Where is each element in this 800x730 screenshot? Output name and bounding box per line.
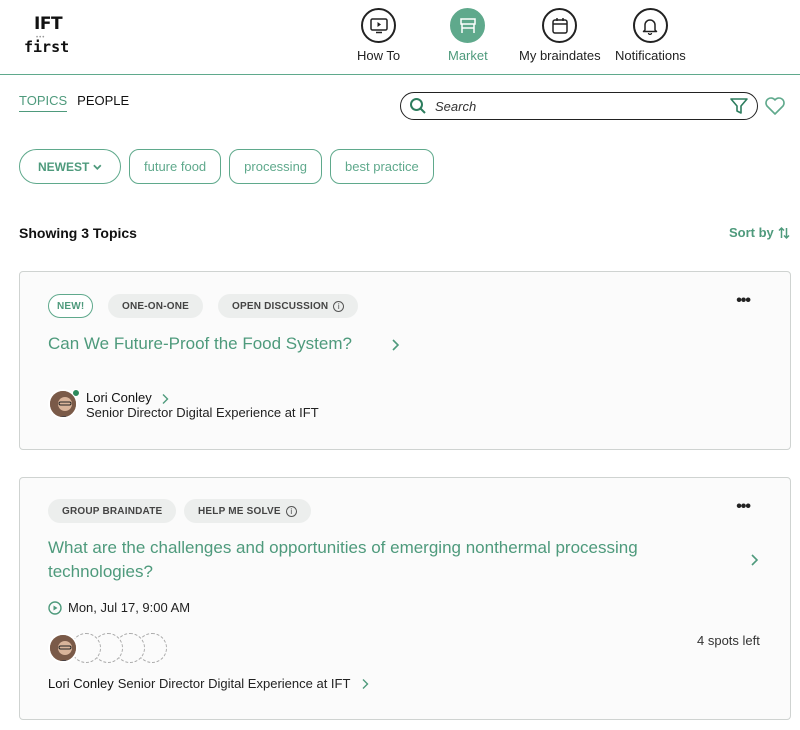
- braindates-circle: [542, 8, 578, 43]
- nav-label-my-braindates: My braindates: [519, 48, 601, 63]
- notifications-circle: [632, 8, 668, 43]
- session-date-text: Mon, Jul 17, 9:00 AM: [68, 600, 191, 615]
- help-me-solve-badge: HELP ME SOLVE i: [184, 499, 311, 523]
- calendar-icon: [552, 17, 568, 34]
- sort-newest-label: NEWEST: [38, 159, 90, 174]
- tab-people[interactable]: PEOPLE: [77, 93, 129, 112]
- nav-label-market: Market: [448, 48, 488, 63]
- filter-icon[interactable]: [729, 97, 749, 115]
- session-date: Mon, Jul 17, 9:00 AM: [48, 600, 190, 615]
- host-line[interactable]: Lori Conley Senior Director Digital Expe…: [48, 676, 372, 691]
- info-icon[interactable]: i: [333, 300, 345, 312]
- avatar[interactable]: [48, 633, 78, 663]
- play-icon: [369, 17, 388, 33]
- search-bar: [400, 92, 758, 120]
- chevron-right-icon[interactable]: [750, 553, 760, 567]
- nav-label-how-to: How To: [357, 48, 401, 63]
- market-circle: [450, 8, 486, 43]
- filter-chips: NEWEST future food processing best pract…: [19, 149, 434, 184]
- bell-icon: [643, 18, 658, 35]
- search-icon: [410, 98, 426, 114]
- market-stall-icon: [460, 17, 476, 33]
- nav-label-notifications: Notifications: [615, 48, 686, 63]
- chevron-right-icon[interactable]: [360, 678, 372, 690]
- help-me-solve-label: HELP ME SOLVE: [198, 505, 281, 517]
- sort-newest-dropdown[interactable]: NEWEST: [19, 149, 121, 184]
- topics-people-tabs: TOPICS PEOPLE: [19, 93, 129, 112]
- chevron-down-icon: [93, 164, 102, 170]
- how-to-circle: [361, 8, 397, 43]
- tab-topics[interactable]: TOPICS: [19, 93, 68, 112]
- chip-processing[interactable]: processing: [229, 149, 323, 184]
- nav-notifications[interactable]: Notifications: [615, 8, 686, 63]
- host-name[interactable]: Lori Conley: [86, 390, 152, 405]
- chevron-right-icon[interactable]: [391, 338, 401, 352]
- open-discussion-badge: OPEN DISCUSSION i: [218, 294, 359, 318]
- app-header: IFT ••• first How To Market My braindate…: [0, 0, 800, 75]
- topic-card[interactable]: NEW! ONE-ON-ONE OPEN DISCUSSION i ••• Ca…: [19, 271, 791, 450]
- online-status-dot: [72, 389, 80, 397]
- more-options-icon[interactable]: •••: [736, 292, 751, 310]
- new-badge: NEW!: [48, 294, 94, 318]
- sort-arrows-icon: [778, 226, 790, 239]
- info-icon[interactable]: i: [285, 505, 297, 517]
- one-on-one-badge: ONE-ON-ONE: [108, 294, 203, 318]
- logo-text-top: IFT: [34, 14, 63, 34]
- search-input[interactable]: [435, 98, 729, 114]
- topic-card[interactable]: GROUP BRAINDATE HELP ME SOLVE i ••• What…: [19, 477, 791, 720]
- more-options-icon[interactable]: •••: [736, 498, 751, 516]
- nav-how-to[interactable]: How To: [357, 8, 400, 63]
- logo-text-bottom: first: [24, 38, 70, 56]
- results-count: Showing 3 Topics: [19, 225, 137, 241]
- chevron-right-icon[interactable]: [161, 393, 171, 405]
- host-role: Senior Director Digital Experience at IF…: [86, 405, 319, 420]
- open-discussion-label: OPEN DISCUSSION: [232, 300, 329, 312]
- play-circle-icon: [48, 600, 62, 615]
- group-braindate-badge: GROUP BRAINDATE: [48, 499, 177, 523]
- host-photo: [50, 635, 76, 661]
- ift-first-logo[interactable]: IFT ••• first: [22, 14, 72, 58]
- nav-my-braindates[interactable]: My braindates: [519, 8, 601, 63]
- sort-by-label: Sort by: [729, 225, 774, 240]
- topic-title[interactable]: Can We Future-Proof the Food System?: [48, 332, 352, 356]
- spots-left: 4 spots left: [697, 633, 760, 648]
- sort-by-button[interactable]: Sort by: [729, 225, 790, 240]
- topic-title[interactable]: What are the challenges and opportunitie…: [48, 536, 738, 584]
- host-name[interactable]: Lori Conley: [48, 676, 114, 691]
- heart-icon[interactable]: [764, 96, 786, 116]
- nav-market[interactable]: Market: [448, 8, 488, 63]
- chip-best-practice[interactable]: best practice: [330, 149, 434, 184]
- host-role: Senior Director Digital Experience at IF…: [117, 676, 351, 691]
- chip-future-food[interactable]: future food: [129, 149, 222, 184]
